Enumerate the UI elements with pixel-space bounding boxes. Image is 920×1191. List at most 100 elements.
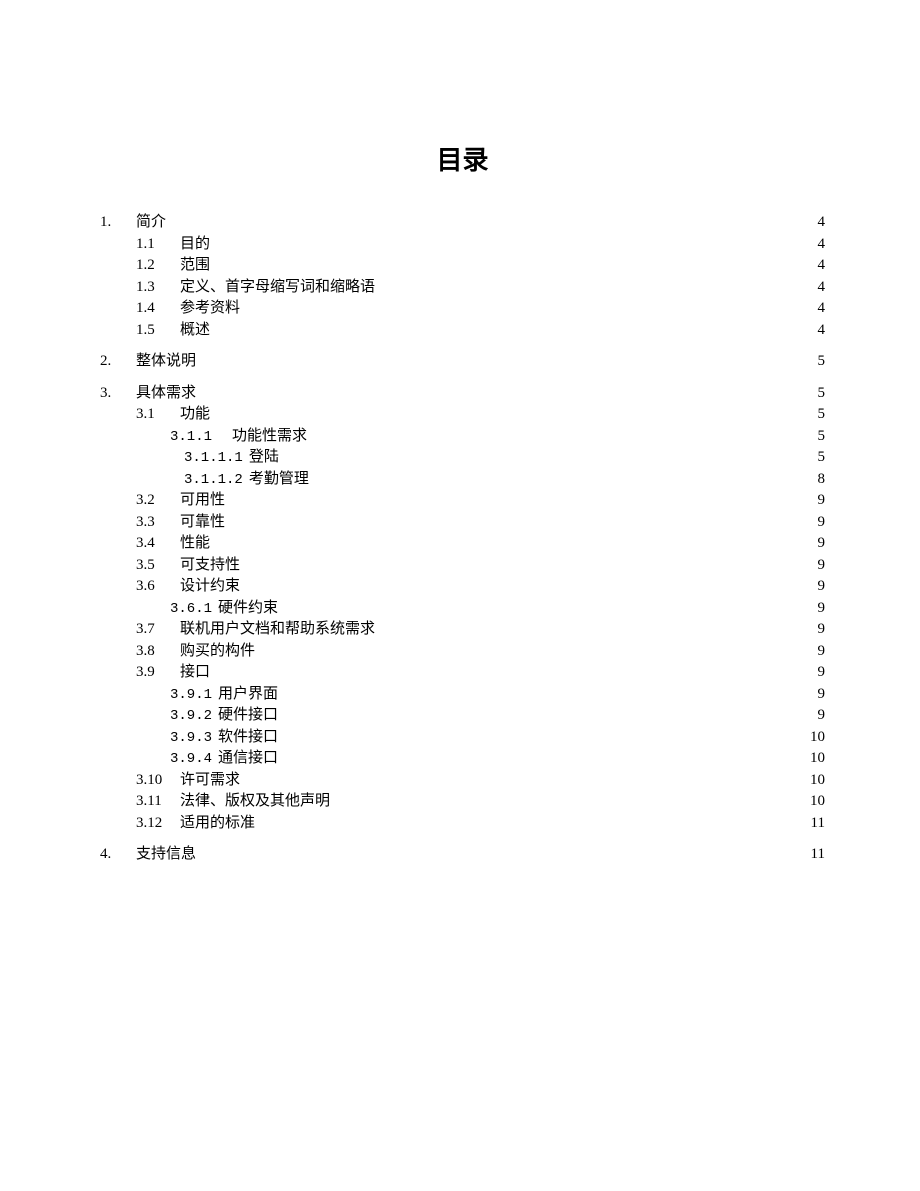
toc-entry-left: 3.9.4通信接口 <box>170 749 278 769</box>
toc-entry-page: 5 <box>801 448 825 468</box>
toc-entry-page: 9 <box>801 685 825 705</box>
toc-entry-number: 3.5 <box>136 556 180 576</box>
toc-entry: 1.2范围4 <box>100 256 825 276</box>
toc-entry-left: 3.2可用性 <box>136 491 225 511</box>
toc-entry-page: 9 <box>801 620 825 640</box>
toc-entry: 3.9.1 用户界面 9 <box>100 685 825 705</box>
toc-entry: 3.6设计约束 9 <box>100 577 825 597</box>
toc-entry-page: 10 <box>801 792 825 812</box>
toc-entry-number: 3.9.2 <box>170 707 212 725</box>
toc-entry-text: 软件接口 <box>218 728 278 748</box>
toc-entry-page: 4 <box>801 321 825 341</box>
toc-entry-number: 3.9.1 <box>170 686 212 704</box>
toc-entry-left: 3.6设计约束 <box>136 577 240 597</box>
toc-entry-text: 用户界面 <box>218 685 278 705</box>
toc-entry: 3.12适用的标准 11 <box>100 814 825 834</box>
toc-entry-page: 4 <box>801 278 825 298</box>
toc-entry: 3.2可用性9 <box>100 491 825 511</box>
toc-entry-text: 功能性需求 <box>232 427 307 447</box>
toc-entry-text: 许可需求 <box>180 771 240 791</box>
toc-entry-page: 9 <box>801 706 825 726</box>
toc-entry-number: 3.1 <box>136 405 180 425</box>
toc-entry-left: 3.7联机用户文档和帮助系统需求 <box>136 620 375 640</box>
toc-entry-number: 4. <box>100 845 136 865</box>
toc-entry-page: 9 <box>801 556 825 576</box>
toc-entry-text: 适用的标准 <box>180 814 255 834</box>
toc-entry-text: 法律、版权及其他声明 <box>180 792 330 812</box>
toc-entry-left: 3.1.1功能性需求 <box>170 427 307 447</box>
toc-entry-number: 3.12 <box>136 814 180 834</box>
toc-entry-text: 可用性 <box>180 491 225 511</box>
toc-entry-left: 1.2范围 <box>136 256 210 276</box>
toc-entry-page: 10 <box>801 728 825 748</box>
toc-entry-left: 2.整体说明 <box>100 352 196 372</box>
toc-entry-number: 1. <box>100 213 136 233</box>
toc-entry-text: 概述 <box>180 321 210 341</box>
toc-entry-text: 功能 <box>180 405 210 425</box>
toc-entry-left: 3.1功能 <box>136 405 210 425</box>
toc-entry-text: 支持信息 <box>136 845 196 865</box>
toc-entry-page: 11 <box>801 814 825 834</box>
toc-entry-number: 3.8 <box>136 642 180 662</box>
toc-entry: 3.具体需求 5 <box>100 384 825 404</box>
toc-entry: 1.4参考资料4 <box>100 299 825 319</box>
toc-entry-text: 参考资料 <box>180 299 240 319</box>
toc-entry-text: 登陆 <box>249 448 279 468</box>
toc-entry-text: 性能 <box>180 534 210 554</box>
toc-entry: 3.9.4通信接口 10 <box>100 749 825 769</box>
toc-entry-text: 硬件约束 <box>218 599 278 619</box>
toc-entry-left: 3.9.1 用户界面 <box>170 685 278 705</box>
toc-entry-left: 3.1.1.1登陆 <box>184 448 279 468</box>
toc-entry-left: 3.6.1 硬件约束 <box>170 599 278 619</box>
toc-entry-number: 3.7 <box>136 620 180 640</box>
toc-entry-text: 可靠性 <box>180 513 225 533</box>
toc-entry-page: 10 <box>801 749 825 769</box>
toc-entry-number: 1.1 <box>136 235 180 255</box>
toc-entry-number: 3. <box>100 384 136 404</box>
toc-entry: 3.11法律、版权及其他声明 10 <box>100 792 825 812</box>
toc-entry-left: 3.3可靠性 <box>136 513 225 533</box>
toc-entry-left: 1.简介 <box>100 213 166 233</box>
toc-entry-number: 3.9 <box>136 663 180 683</box>
toc-entry-text: 可支持性 <box>180 556 240 576</box>
toc-entry-text: 目的 <box>180 235 210 255</box>
toc-entry-text: 考勤管理 <box>249 470 309 490</box>
toc-entry-left: 3.10许可需求 <box>136 771 240 791</box>
toc-entry-number: 1.2 <box>136 256 180 276</box>
toc-entry-number: 1.5 <box>136 321 180 341</box>
toc-entry-left: 3.11法律、版权及其他声明 <box>136 792 330 812</box>
toc-entry-left: 3.9.2硬件接口 <box>170 706 278 726</box>
toc-entry-number: 3.6.1 <box>170 600 212 618</box>
toc-entry: 3.10许可需求 10 <box>100 771 825 791</box>
toc-entry-number: 3.9.3 <box>170 729 212 747</box>
toc-entry-page: 10 <box>801 771 825 791</box>
toc-entry: 3.1.1.2 考勤管理 8 <box>100 470 825 490</box>
toc-entry-number: 3.1.1 <box>170 428 232 446</box>
toc-entry-text: 整体说明 <box>136 352 196 372</box>
toc-entry-page: 5 <box>801 427 825 447</box>
toc-entry-page: 5 <box>801 352 825 372</box>
toc-entry-text: 设计约束 <box>180 577 240 597</box>
toc-entry-text: 定义、首字母缩写词和缩略语 <box>180 278 375 298</box>
toc-entry-page: 5 <box>801 405 825 425</box>
toc-entry-page: 9 <box>801 577 825 597</box>
toc-entry-page: 9 <box>801 599 825 619</box>
toc-entry-number: 2. <box>100 352 136 372</box>
toc-entry: 3.9.3 软件接口 10 <box>100 728 825 748</box>
toc-entry-left: 1.4参考资料 <box>136 299 240 319</box>
toc-entry-left: 1.3定义、首字母缩写词和缩略语 <box>136 278 375 298</box>
toc-entry-text: 通信接口 <box>218 749 278 769</box>
toc-entry-page: 9 <box>801 642 825 662</box>
toc-entry-page: 5 <box>801 384 825 404</box>
toc-entry-number: 3.1.1.2 <box>184 471 243 489</box>
toc-entry-left: 3.9.3 软件接口 <box>170 728 278 748</box>
toc-entry-left: 4.支持信息 <box>100 845 196 865</box>
toc-entry: 3.6.1 硬件约束 9 <box>100 599 825 619</box>
toc-entry-left: 3.5可支持性 <box>136 556 240 576</box>
toc-entry-text: 接口 <box>180 663 210 683</box>
toc-entry-text: 范围 <box>180 256 210 276</box>
toc-entry-left: 3.具体需求 <box>100 384 196 404</box>
toc-entry-page: 11 <box>801 845 825 865</box>
toc-entry-page: 8 <box>801 470 825 490</box>
toc-entry-text: 具体需求 <box>136 384 196 404</box>
